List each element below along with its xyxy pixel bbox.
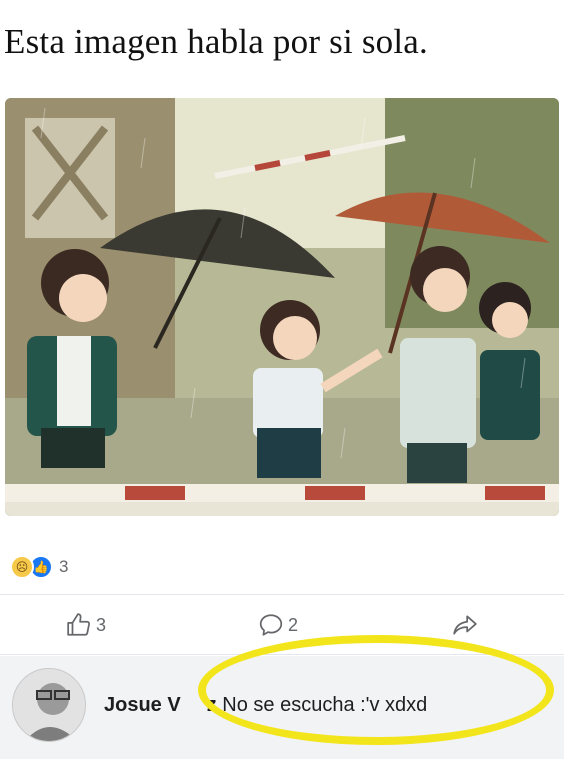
- like-button[interactable]: 3: [66, 608, 106, 642]
- comment-count: 2: [288, 614, 299, 635]
- share-button[interactable]: [452, 608, 478, 642]
- like-count: 3: [96, 614, 107, 635]
- comment-button[interactable]: 2: [258, 608, 298, 642]
- reaction-count: 3: [59, 557, 69, 576]
- post-actions: 3 2: [0, 598, 564, 654]
- rainy-school-illustration: [5, 98, 559, 516]
- comment-icon: [259, 614, 283, 636]
- post-title: Esta imagen habla por si sola.: [4, 22, 428, 61]
- reaction-summary[interactable]: ☹ 👍 3: [10, 552, 68, 582]
- divider: [0, 654, 564, 655]
- comment-author[interactable]: Josue V: [104, 694, 181, 716]
- sad-reaction-icon: ☹: [10, 555, 34, 579]
- avatar[interactable]: [12, 668, 86, 742]
- user-avatar-icon: [13, 669, 85, 741]
- thumbs-up-icon: [67, 613, 90, 636]
- share-icon: [453, 615, 477, 635]
- comment: Josue V z No se escucha :'v xdxd: [0, 656, 564, 759]
- divider: [0, 594, 564, 595]
- comment-body: No se escucha :'v xdxd: [222, 694, 428, 716]
- comment-author-tail[interactable]: z: [207, 694, 217, 716]
- comment-text: Josue V z No se escucha :'v xdxd: [104, 694, 427, 717]
- post-image[interactable]: [5, 98, 559, 516]
